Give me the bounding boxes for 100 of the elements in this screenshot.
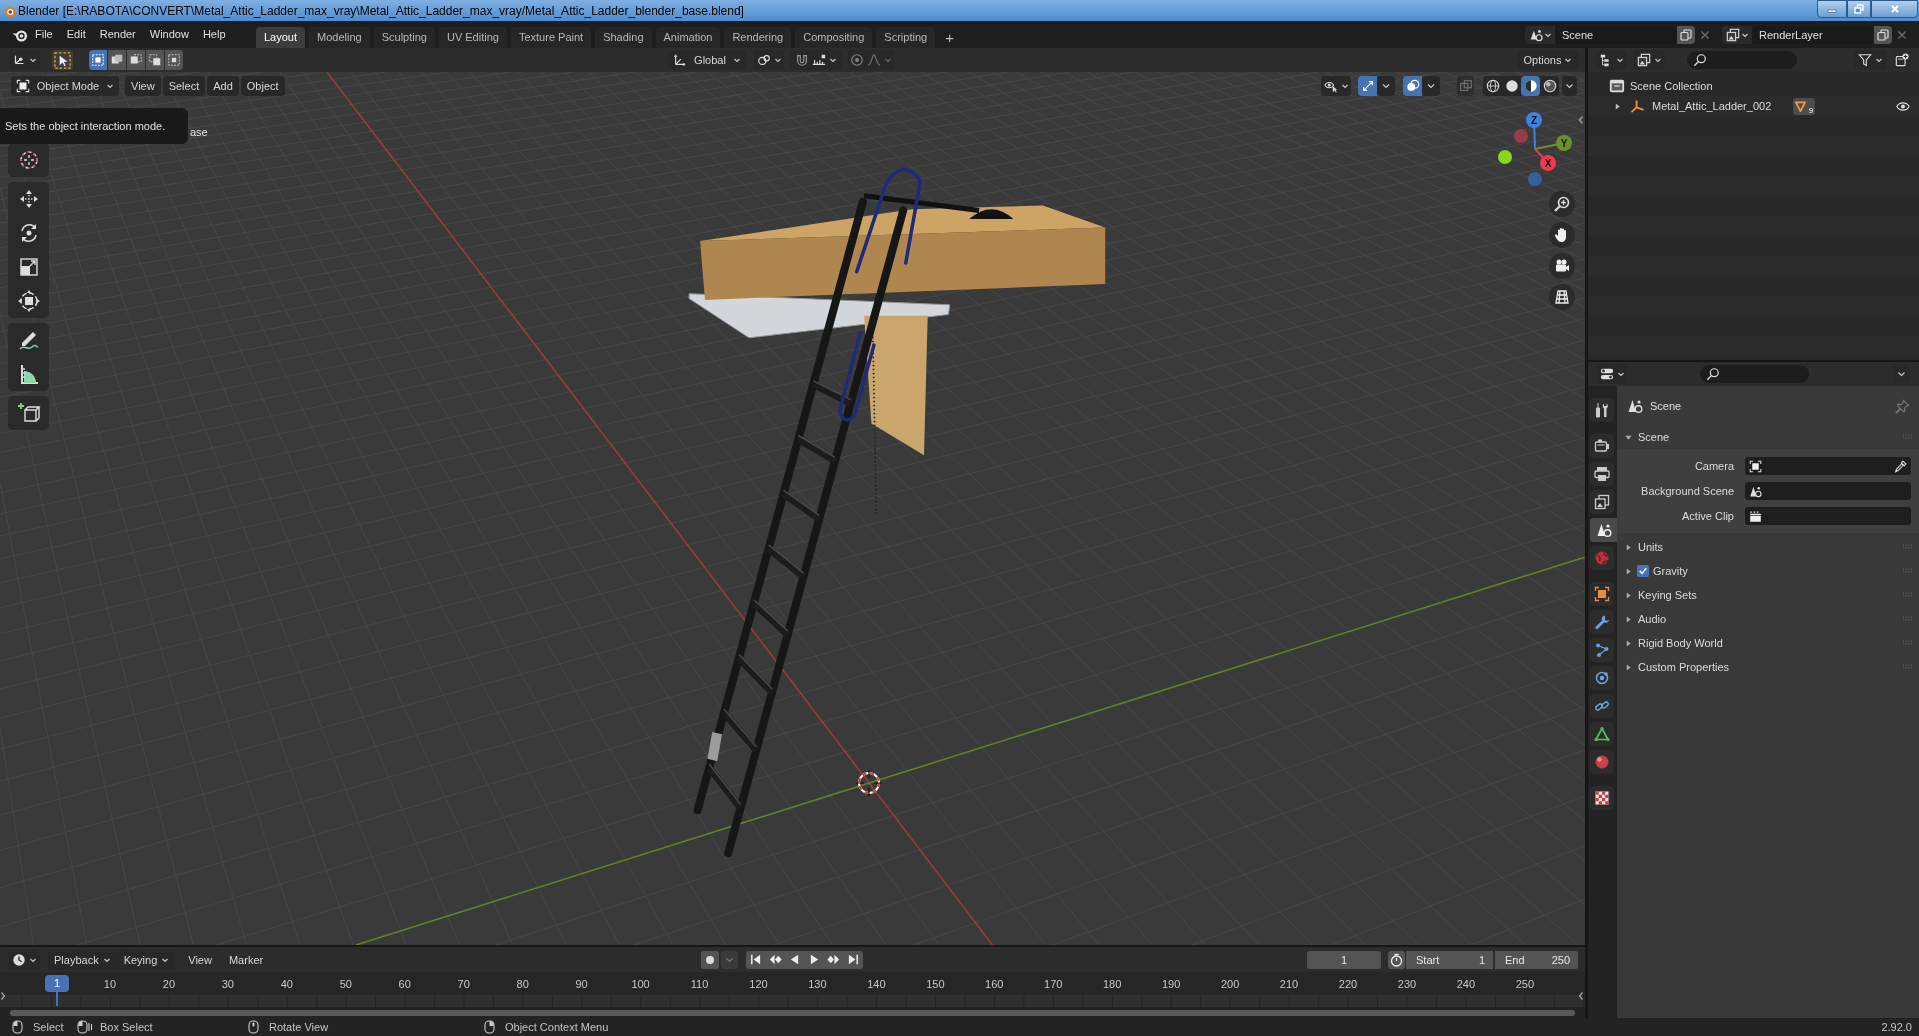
- minimize-button[interactable]: [1817, 0, 1847, 18]
- drag-grip-icon[interactable]: [1902, 664, 1913, 670]
- viewport-menu[interactable]: Select: [162, 76, 206, 96]
- chevron-icon[interactable]: [1422, 76, 1440, 96]
- scene-picker-field[interactable]: [1745, 482, 1911, 500]
- search-field[interactable]: [1700, 365, 1809, 383]
- close-button[interactable]: [1871, 0, 1918, 18]
- editor-type-button[interactable]: [1597, 364, 1627, 384]
- viewport-menu[interactable]: Object: [240, 76, 285, 96]
- attic-ladder-drawing[interactable]: [688, 167, 1106, 858]
- checkbox[interactable]: [1637, 565, 1649, 577]
- jump-to-end-icon[interactable]: [846, 953, 860, 966]
- select-tool-button[interactable]: [52, 50, 73, 70]
- properties-tab[interactable]: [1590, 638, 1614, 662]
- filter-dropdown[interactable]: [1854, 50, 1887, 70]
- end-frame-field[interactable]: End 250: [1495, 950, 1578, 969]
- mesh-count-badge[interactable]: 9: [1793, 97, 1816, 115]
- 3d-viewport[interactable]: Global Options Object Mode View Select Add Object Sets the object interaction mode. ase Z Y X: [0, 48, 1585, 945]
- properties-tab[interactable]: [1590, 398, 1614, 422]
- stopwatch-icon[interactable]: [1388, 950, 1405, 969]
- previous-keyframe-icon[interactable]: [768, 953, 782, 966]
- properties-tab[interactable]: [1590, 722, 1614, 746]
- timeline-menu[interactable]: Playback: [48, 949, 117, 970]
- menu-item[interactable]: File: [28, 21, 60, 48]
- workspace-tab[interactable]: Animation: [655, 27, 721, 48]
- jump-to-start-icon[interactable]: [749, 953, 763, 966]
- display-mode-button[interactable]: [1596, 50, 1627, 70]
- new-view-layer-button[interactable]: [1874, 25, 1892, 44]
- gizmo-toggle[interactable]: [1358, 76, 1377, 96]
- options-dropdown[interactable]: Options: [1517, 50, 1579, 70]
- chevron-icon[interactable]: [1562, 76, 1577, 96]
- horizontal-scrollbar[interactable]: [10, 1009, 1575, 1016]
- properties-tab[interactable]: [1590, 694, 1614, 718]
- workspace-tab[interactable]: Shading: [595, 27, 652, 48]
- chevron-left-icon[interactable]: [1578, 991, 1584, 1001]
- chevron-icon[interactable]: [1377, 76, 1395, 96]
- axis-handle[interactable]: Y: [1556, 135, 1572, 151]
- workspace-tab[interactable]: Rendering: [724, 27, 792, 48]
- axis-handle[interactable]: Z: [1526, 112, 1542, 128]
- zoom-in-icon[interactable]: [1549, 191, 1575, 217]
- visibility-dropdown[interactable]: [1321, 76, 1351, 96]
- overlay-toggle[interactable]: [1403, 76, 1422, 96]
- properties-tab[interactable]: [1590, 750, 1614, 774]
- xray-toggle[interactable]: [1457, 76, 1474, 96]
- start-frame-field[interactable]: Start 1: [1406, 950, 1493, 969]
- view-layer-browse-button[interactable]: [1722, 25, 1752, 44]
- properties-tab[interactable]: [1590, 610, 1614, 634]
- grid-icon[interactable]: [1549, 284, 1575, 310]
- hand-icon[interactable]: [1549, 222, 1575, 248]
- scene-collection-row[interactable]: Scene Collection: [1588, 76, 1919, 96]
- add-workspace-button[interactable]: +: [939, 27, 960, 48]
- workspace-tab[interactable]: Scripting: [876, 27, 936, 48]
- shading-mode-button[interactable]: [1521, 76, 1540, 96]
- current-frame-field[interactable]: 1: [1307, 950, 1381, 969]
- restore-button[interactable]: [1847, 0, 1871, 18]
- camera-icon[interactable]: [1549, 253, 1575, 279]
- drag-grip-icon[interactable]: [1902, 640, 1913, 646]
- drag-grip-icon[interactable]: [1902, 544, 1913, 550]
- workspace-tab[interactable]: UV Editing: [438, 27, 507, 48]
- workspace-tab[interactable]: Modeling: [309, 27, 370, 48]
- properties-tab[interactable]: [1590, 582, 1614, 606]
- selection-mode-button[interactable]: [146, 50, 164, 70]
- outliner-item[interactable]: Metal_Attic_Ladder_002 9: [1588, 96, 1919, 116]
- panel-header[interactable]: Rigid Body World: [1617, 631, 1919, 655]
- 3d-cursor-icon[interactable]: [855, 769, 883, 797]
- timeline-menu[interactable]: Marker: [222, 949, 270, 970]
- view-layer-filter-button[interactable]: [1634, 50, 1665, 70]
- panel-header[interactable]: Custom Properties: [1617, 655, 1919, 679]
- panel-header[interactable]: Scene: [1617, 425, 1919, 449]
- orientation-dropdown[interactable]: Global: [668, 50, 746, 70]
- properties-tab[interactable]: [1590, 518, 1617, 542]
- chevron-left-icon[interactable]: [1578, 115, 1584, 125]
- viewport-menu[interactable]: Add: [207, 76, 239, 96]
- workspace-tab[interactable]: Layout: [256, 27, 306, 48]
- view-layer-name-field[interactable]: RenderLayer: [1753, 25, 1873, 44]
- eye-icon[interactable]: [1896, 100, 1910, 112]
- new-collection-button[interactable]: [1893, 51, 1911, 69]
- scene-browse-button[interactable]: [1525, 25, 1555, 44]
- properties-tab[interactable]: [1590, 490, 1614, 514]
- panel-header[interactable]: Keying Sets: [1617, 583, 1919, 607]
- scene-name-field[interactable]: Scene: [1556, 25, 1676, 44]
- next-keyframe-icon[interactable]: [827, 953, 841, 966]
- proportional-editing-button[interactable]: [848, 50, 894, 70]
- menu-item[interactable]: Edit: [59, 21, 93, 48]
- object-picker-field[interactable]: [1745, 457, 1911, 475]
- drag-grip-icon[interactable]: [1902, 568, 1913, 574]
- disclosure-triangle-icon[interactable]: [1614, 102, 1621, 110]
- selection-mode-button[interactable]: [127, 50, 145, 70]
- selection-mode-button[interactable]: [165, 50, 183, 70]
- workspace-tab[interactable]: Sculpting: [373, 27, 435, 48]
- axis-handle[interactable]: [1514, 129, 1528, 143]
- axis-handle[interactable]: [1528, 172, 1542, 186]
- panel-header[interactable]: Audio: [1617, 607, 1919, 631]
- drag-grip-icon[interactable]: [1902, 616, 1913, 622]
- editor-type-button[interactable]: [9, 949, 40, 970]
- menu-item[interactable]: Render: [92, 21, 143, 48]
- properties-tab[interactable]: [1590, 462, 1614, 486]
- menu-item[interactable]: Window: [142, 21, 196, 48]
- chevron-right-icon[interactable]: [0, 991, 6, 1001]
- menu-item[interactable]: Help: [195, 21, 233, 48]
